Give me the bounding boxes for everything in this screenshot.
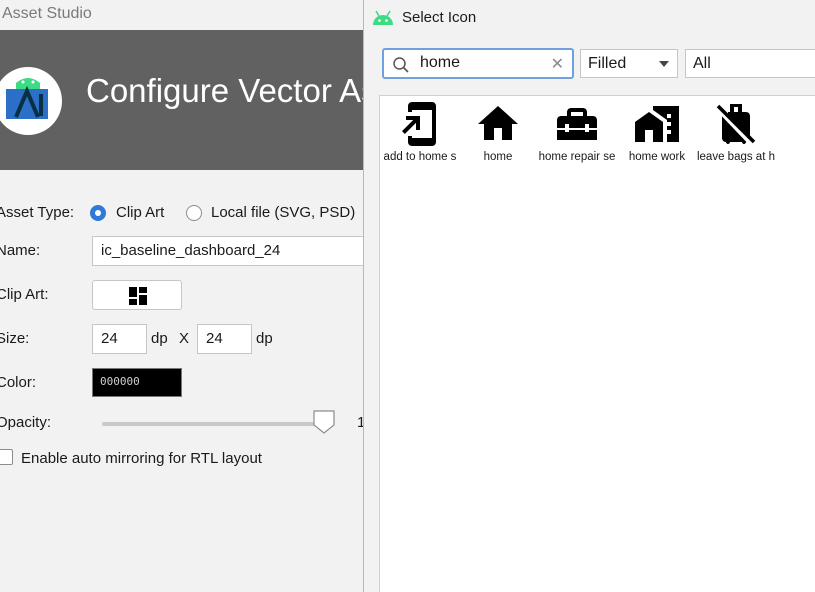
size-label: Size: bbox=[0, 330, 30, 347]
home-work-icon bbox=[635, 106, 679, 142]
icon-item[interactable]: leave bags at h bbox=[696, 96, 776, 164]
icon-label: add to home s bbox=[383, 151, 457, 163]
category-dropdown[interactable]: All bbox=[685, 49, 815, 78]
opacity-label: Opacity: bbox=[0, 414, 52, 431]
opacity-slider-thumb[interactable] bbox=[313, 410, 335, 434]
icon-item[interactable]: home bbox=[458, 96, 538, 164]
icon-label: home work bbox=[628, 151, 686, 163]
header-banner: Configure Vector Asset bbox=[0, 30, 422, 170]
no-luggage-icon bbox=[716, 104, 756, 144]
rtl-mirroring-label[interactable]: Enable auto mirroring for RTL layout bbox=[21, 450, 262, 467]
category-dropdown-value: All bbox=[693, 55, 711, 72]
android-studio-logo-icon bbox=[0, 67, 62, 135]
icon-item[interactable]: add to home s bbox=[380, 96, 460, 164]
icon-item[interactable]: home repair se bbox=[537, 96, 617, 164]
radio-local-file-label[interactable]: Local file (SVG, PSD) bbox=[211, 204, 355, 221]
icon-label: home bbox=[483, 151, 513, 163]
home-icon bbox=[478, 106, 518, 140]
search-input[interactable]: home ✕ bbox=[382, 48, 574, 79]
select-icon-dialog: Select Icon home ✕ Filled All add to hom… bbox=[363, 0, 815, 592]
clip-art-label: Clip Art: bbox=[0, 286, 49, 303]
window-title: Asset Studio bbox=[0, 0, 367, 30]
color-label: Color: bbox=[0, 374, 37, 391]
opacity-slider-track[interactable] bbox=[102, 422, 327, 426]
style-dropdown[interactable]: Filled bbox=[580, 49, 678, 78]
width-unit: dp bbox=[151, 330, 168, 347]
search-icon bbox=[393, 57, 409, 73]
radio-local-file[interactable] bbox=[186, 205, 202, 221]
configure-form: Asset Type: Clip Art Local file (SVG, PS… bbox=[0, 170, 365, 592]
name-input[interactable]: ic_baseline_dashboard_24 bbox=[92, 236, 365, 266]
color-swatch[interactable]: 000000 bbox=[92, 368, 182, 397]
height-input[interactable]: 24 bbox=[197, 324, 252, 354]
home-repair-service-icon bbox=[557, 108, 597, 140]
rtl-mirroring-checkbox[interactable] bbox=[0, 449, 13, 465]
dashboard-icon bbox=[129, 287, 147, 305]
dialog-title: Select Icon bbox=[402, 9, 477, 26]
name-label: Name: bbox=[0, 242, 41, 259]
radio-clip-art-label[interactable]: Clip Art bbox=[116, 204, 164, 221]
asset-type-label: Asset Type: bbox=[0, 204, 75, 221]
icon-label: home repair se bbox=[538, 151, 616, 163]
icon-grid: add to home s home home repair se home w… bbox=[379, 95, 815, 592]
style-dropdown-value: Filled bbox=[588, 55, 627, 72]
search-value[interactable]: home bbox=[420, 54, 460, 72]
icon-item[interactable]: home work bbox=[617, 96, 697, 164]
chevron-down-icon bbox=[659, 61, 669, 67]
radio-clip-art[interactable] bbox=[90, 205, 106, 221]
add-to-home-screen-icon bbox=[402, 102, 436, 146]
clear-search-icon[interactable]: ✕ bbox=[551, 54, 564, 74]
clip-art-button[interactable] bbox=[92, 280, 182, 310]
size-separator: X bbox=[179, 330, 190, 347]
height-unit: dp bbox=[256, 330, 273, 347]
icon-label: leave bags at h bbox=[696, 151, 775, 163]
width-input[interactable]: 24 bbox=[92, 324, 147, 354]
android-icon bbox=[373, 10, 393, 25]
